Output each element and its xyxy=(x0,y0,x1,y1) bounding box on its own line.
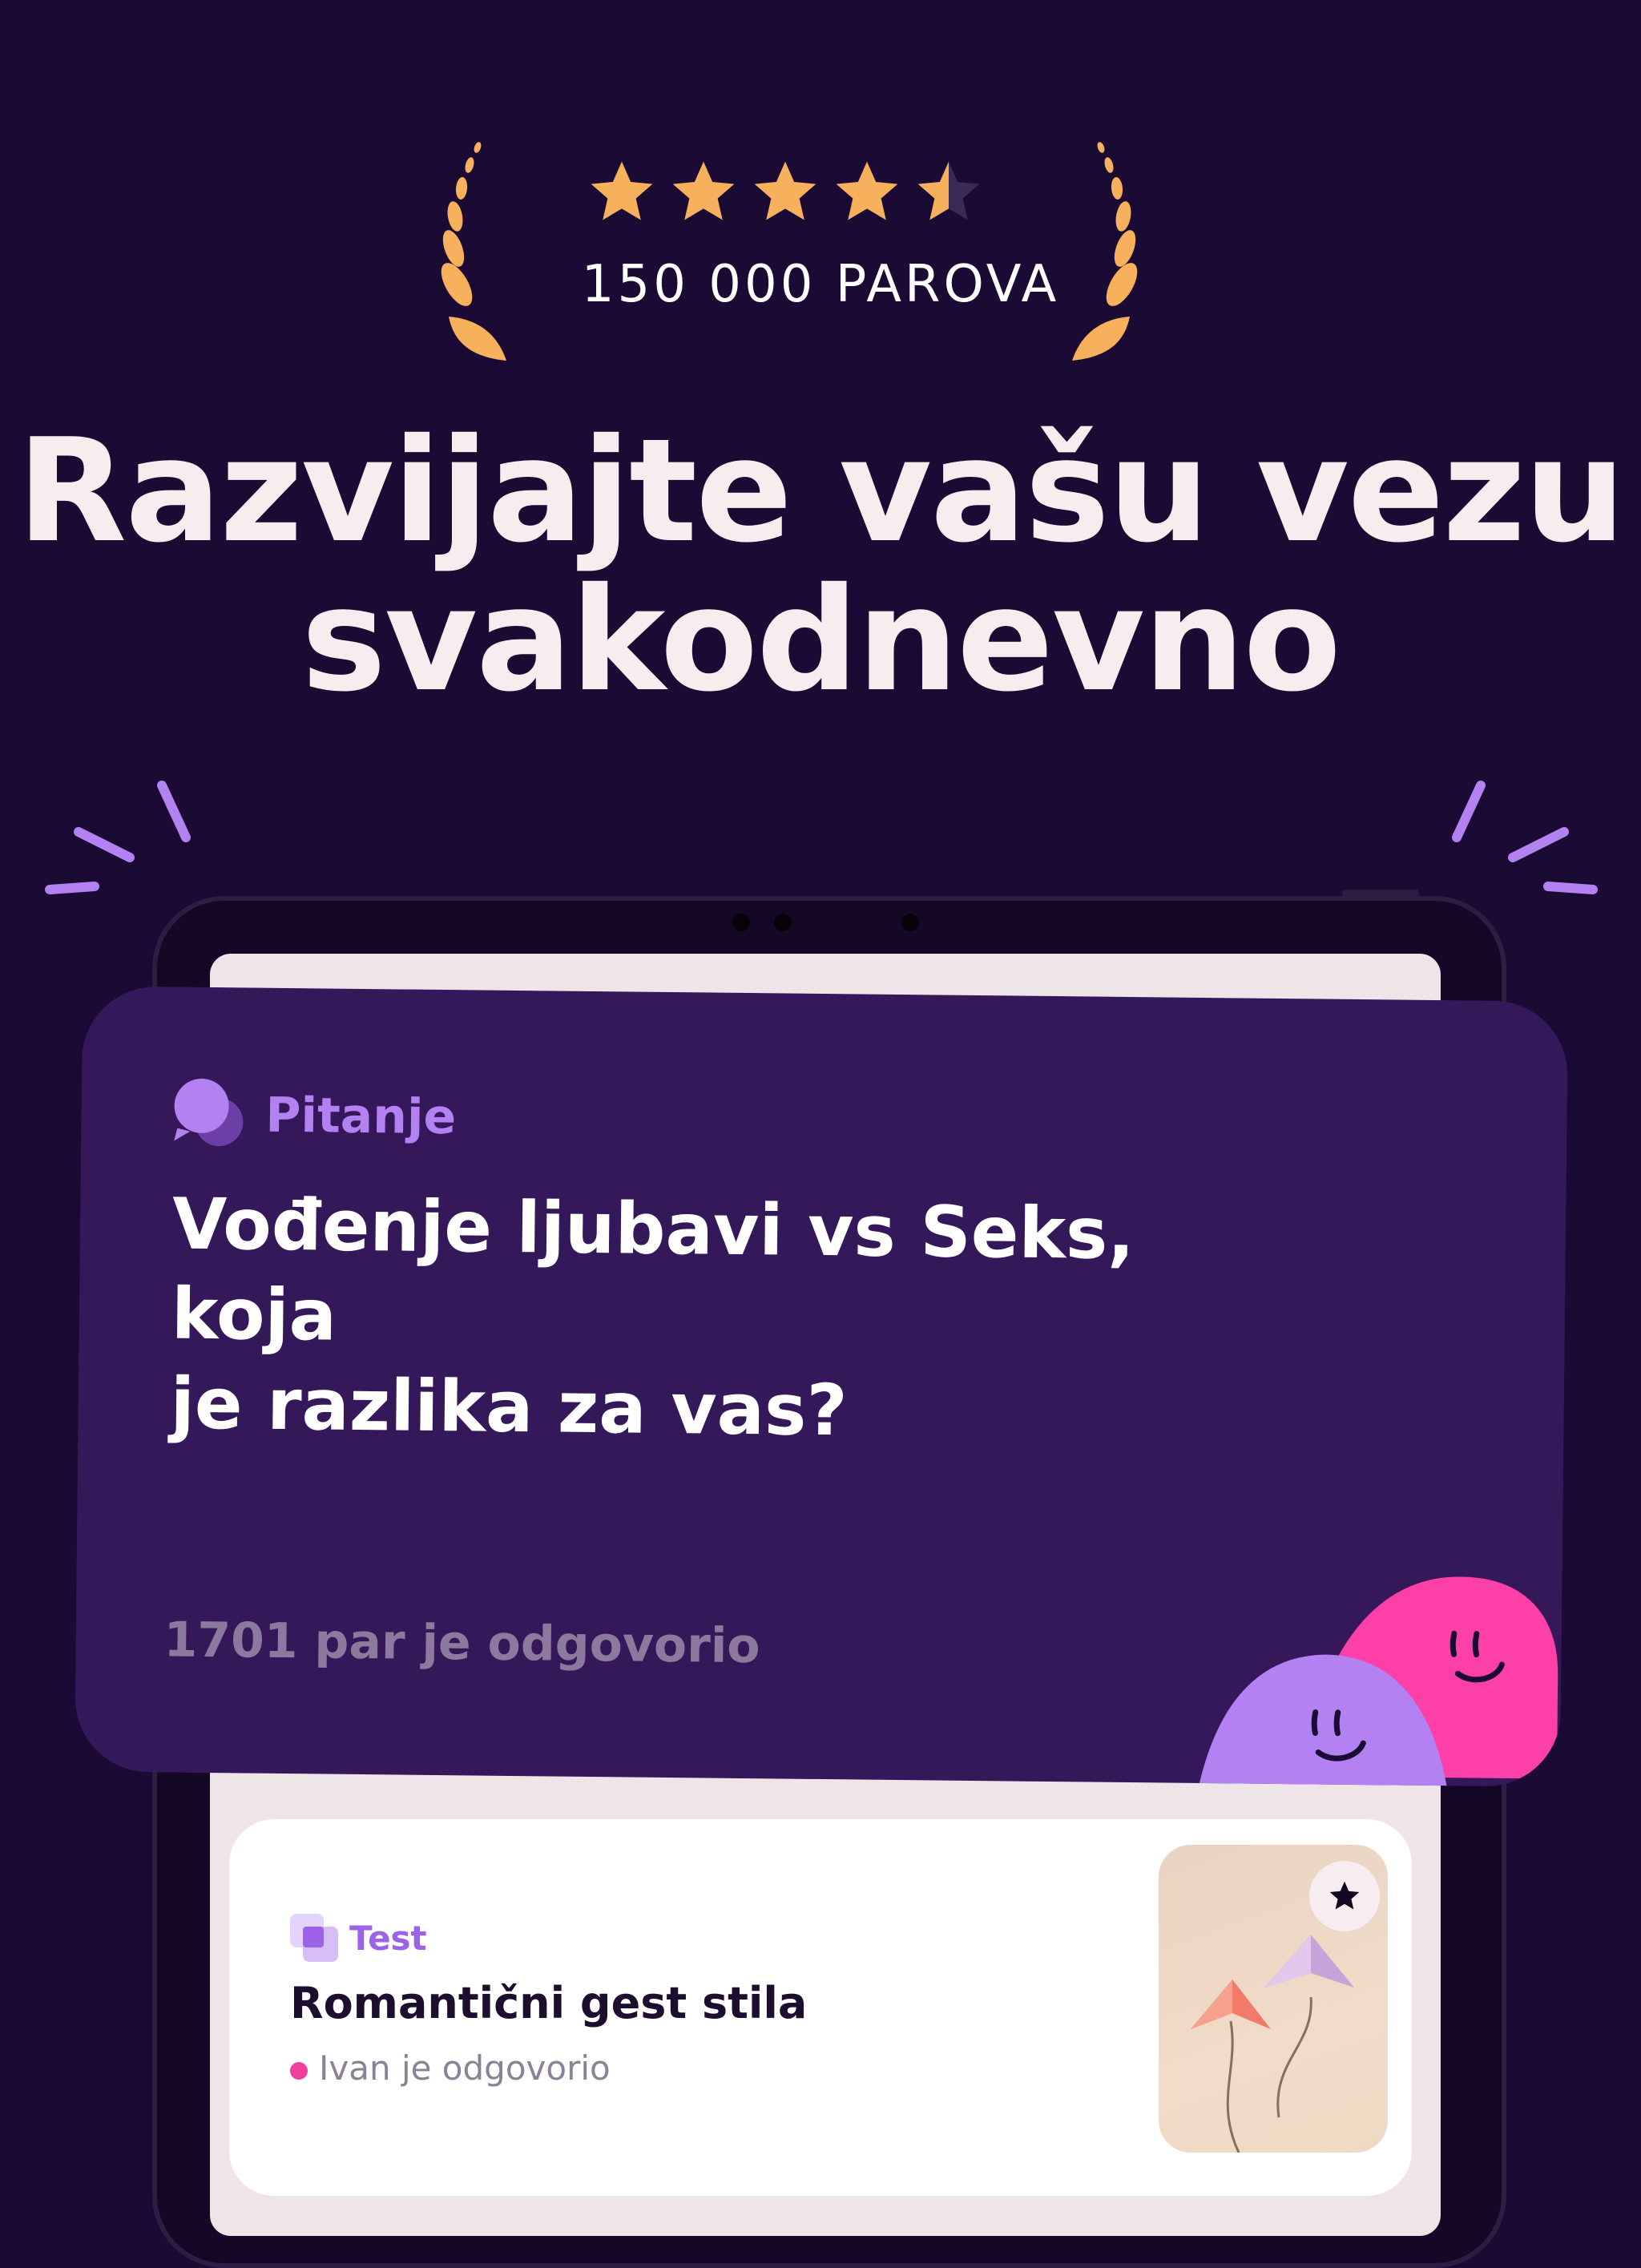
laurel-right-icon xyxy=(1072,142,1138,361)
status-dot xyxy=(290,2062,308,2080)
test-status: Ivan je odgovorio xyxy=(319,2048,611,2088)
test-title: Romantični gest stila xyxy=(290,1978,808,2028)
laurel-left-icon xyxy=(441,142,506,361)
tablet-side-button xyxy=(1342,890,1419,898)
camera-dot xyxy=(732,914,750,931)
star-icon xyxy=(672,161,735,220)
test-thumbnail xyxy=(1159,1845,1388,2153)
star-icon xyxy=(591,161,653,220)
star-icon xyxy=(1329,1881,1360,1910)
rating-count: 150 000 PAROVA xyxy=(581,255,1060,314)
camera-dot xyxy=(774,914,792,931)
camera-dot xyxy=(901,914,919,931)
question-text: Vođenje ljubavi vs Seks, koja je razlika… xyxy=(170,1180,1294,1461)
test-icon xyxy=(290,1914,338,1962)
headline-line-1: Razvijajte vašu vezu xyxy=(17,408,1626,574)
star-rating xyxy=(585,155,1002,236)
headline-line-2: svakodnevno xyxy=(301,557,1341,723)
question-card[interactable]: Pitanje Vođenje ljubavi vs Seks, koja je… xyxy=(74,986,1569,1787)
star-icon xyxy=(836,161,898,220)
chat-bubble-icon xyxy=(174,1078,244,1147)
sparkle-left-icon xyxy=(45,781,191,894)
question-line-1: Vođenje ljubavi vs Seks, koja xyxy=(171,1182,1135,1357)
test-card[interactable]: Test Romantični gest stila Ivan je odgov… xyxy=(229,1819,1412,2196)
star-icon xyxy=(754,161,816,220)
star-icon xyxy=(917,161,980,220)
answered-count: 1701 par je odgovorio xyxy=(163,1612,760,1675)
sparkle-right-icon xyxy=(1452,781,1598,894)
test-type-label: Test xyxy=(349,1919,427,1958)
blob-mascots-icon xyxy=(1195,1576,1558,1787)
favorite-button[interactable] xyxy=(1309,1861,1380,1931)
question-line-2: je razlika za vas? xyxy=(170,1362,848,1452)
headline: Razvijajte vašu vezu svakodnevno xyxy=(0,417,1641,715)
question-type-label: Pitanje xyxy=(265,1087,457,1146)
rating-badge: 150 000 PAROVA xyxy=(0,120,1641,361)
